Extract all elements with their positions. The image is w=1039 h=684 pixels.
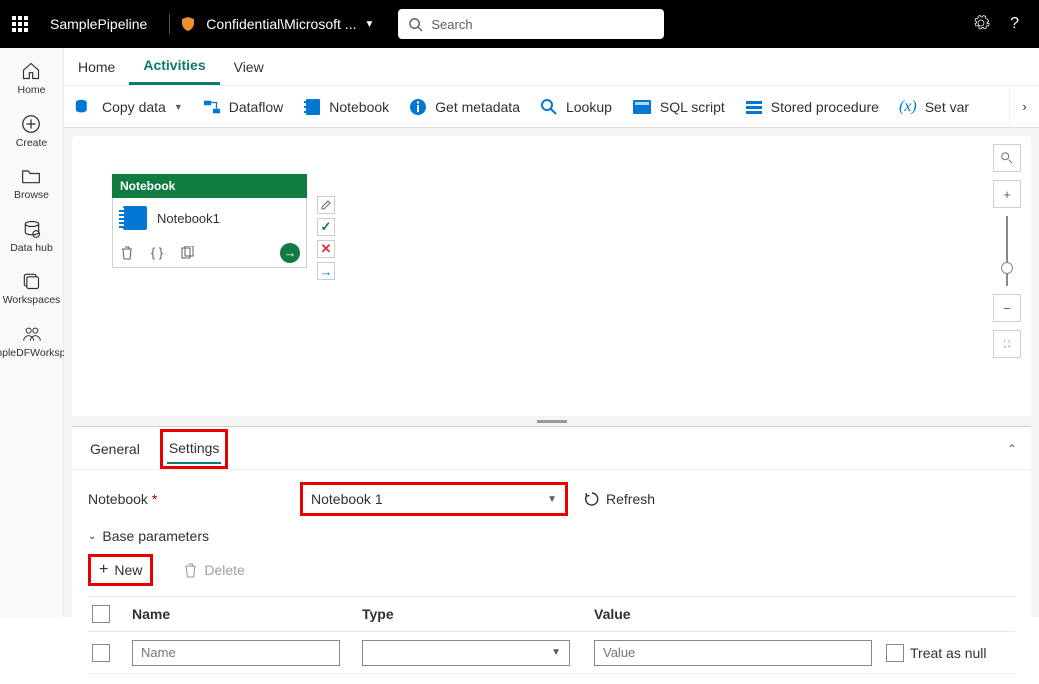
completion-handle[interactable]: → (317, 262, 335, 280)
shield-icon (180, 15, 198, 33)
node-header: Notebook (112, 174, 307, 198)
trash-icon (183, 563, 198, 578)
canvas-search-icon[interactable] (993, 144, 1021, 172)
failure-handle[interactable]: ✕ (317, 240, 335, 258)
scroll-right-button[interactable]: › (1009, 86, 1039, 127)
rail-browse[interactable]: Browse (14, 163, 49, 202)
chevron-down-icon: ▼ (551, 647, 561, 658)
tab-home[interactable]: Home (64, 48, 129, 85)
notebook-icon (303, 98, 321, 116)
rail-workspaces[interactable]: Workspaces (3, 268, 61, 307)
notebook-select[interactable]: Notebook 1 ▼ (302, 484, 566, 514)
tab-activities[interactable]: Activities (129, 48, 219, 85)
new-button[interactable]: + New (95, 559, 146, 581)
param-type-select[interactable]: ▼ (362, 640, 570, 666)
panel-resize-handle[interactable] (64, 416, 1039, 426)
gear-icon[interactable] (972, 14, 990, 35)
ribbon-get-metadata[interactable]: Get metadata (409, 98, 520, 116)
node-title: Notebook1 (157, 211, 220, 226)
prop-tab-settings[interactable]: Settings (167, 434, 222, 464)
ribbon-stored-procedure[interactable]: Stored procedure (745, 99, 879, 115)
pipeline-name: SamplePipeline (50, 16, 147, 32)
success-handle[interactable]: ✓ (317, 218, 335, 236)
notebook-label: Notebook * (88, 491, 302, 507)
plus-icon: + (99, 561, 108, 579)
select-all-checkbox[interactable] (92, 605, 110, 623)
app-launcher-icon[interactable] (12, 16, 28, 32)
notebook-icon (123, 206, 147, 230)
chevron-down-icon[interactable]: ▼ (364, 19, 374, 30)
param-value-input[interactable] (594, 640, 872, 666)
copy-icon[interactable] (179, 245, 195, 261)
ribbon-set-variable[interactable]: (x)Set var (899, 98, 969, 116)
ribbon-copy-data[interactable]: Copy data▼ (74, 98, 183, 116)
table-row: ▼ Treat as null (88, 632, 1015, 674)
ribbon-sql-script[interactable]: SQL script (632, 99, 725, 115)
notebook-activity-node[interactable]: Notebook Notebook1 { } → ✓ ✕ → (112, 174, 307, 268)
rail-datahub[interactable]: Data hub (10, 216, 53, 255)
search-input[interactable]: Search (398, 9, 664, 39)
fit-screen-icon[interactable]: ⛶ (993, 330, 1021, 358)
info-icon (409, 98, 427, 116)
run-icon[interactable]: → (280, 243, 300, 263)
pencil-handle[interactable] (317, 196, 335, 214)
zoom-slider[interactable] (1006, 216, 1008, 286)
zoom-in-icon[interactable]: + (993, 180, 1021, 208)
delete-button[interactable]: Delete (179, 560, 248, 580)
column-name: Name (132, 606, 362, 622)
help-icon[interactable]: ? (1010, 15, 1019, 33)
variable-icon: (x) (899, 98, 917, 116)
ribbon-notebook[interactable]: Notebook (303, 98, 389, 116)
param-name-input[interactable] (132, 640, 340, 666)
delete-icon[interactable] (119, 245, 135, 261)
collapse-panel-icon[interactable]: ⌃ (1007, 442, 1017, 456)
search-icon (408, 17, 423, 32)
chevron-down-icon: ▼ (174, 102, 183, 112)
rail-home[interactable]: Home (17, 58, 45, 97)
database-icon (74, 98, 94, 116)
dataflow-icon (203, 99, 221, 115)
base-parameters-header[interactable]: ⌄ Base parameters (88, 528, 1015, 544)
code-braces-icon[interactable]: { } (149, 245, 165, 261)
refresh-icon (584, 491, 600, 507)
workspace-breadcrumb[interactable]: Confidential\Microsoft ... (206, 16, 356, 32)
treat-as-null-checkbox[interactable] (886, 644, 904, 662)
ribbon-lookup[interactable]: Lookup (540, 98, 612, 116)
lookup-icon (540, 98, 558, 116)
row-checkbox[interactable] (92, 644, 110, 662)
zoom-out-icon[interactable]: − (993, 294, 1021, 322)
chevron-down-icon: ▼ (547, 494, 557, 505)
pipeline-canvas[interactable]: Notebook Notebook1 { } → ✓ ✕ → + − (72, 136, 1031, 416)
refresh-button[interactable]: Refresh (584, 491, 655, 507)
column-type: Type (362, 606, 594, 622)
column-value: Value (594, 606, 894, 622)
rail-create[interactable]: Create (16, 111, 48, 150)
tab-view[interactable]: View (220, 48, 278, 85)
divider (169, 14, 170, 34)
sql-icon (632, 99, 652, 115)
chevron-down-icon: ⌄ (88, 531, 96, 542)
ribbon-dataflow[interactable]: Dataflow (203, 99, 283, 115)
prop-tab-general[interactable]: General (88, 435, 142, 463)
search-placeholder: Search (431, 17, 472, 32)
procedure-icon (745, 99, 763, 115)
treat-as-null-label: Treat as null (910, 645, 987, 661)
